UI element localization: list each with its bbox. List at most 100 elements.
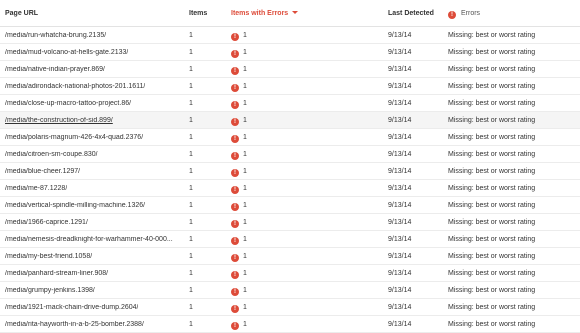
column-header-items[interactable]: Items bbox=[189, 10, 207, 17]
page-url-link[interactable]: /media/me-87.1228/ bbox=[5, 185, 67, 192]
page-url-link[interactable]: /media/1966-caprice.1291/ bbox=[5, 219, 88, 226]
page-url-link[interactable]: /media/blue-cheer.1297/ bbox=[5, 168, 80, 175]
error-message: Missing: best or worst rating bbox=[448, 168, 536, 175]
items-count: 1 bbox=[189, 66, 193, 73]
items-with-errors-count: 1 bbox=[243, 219, 247, 226]
table-row[interactable]: /media/blue-cheer.1297/1! 1 9/13/14 Missing… bbox=[0, 163, 580, 180]
items-with-errors-cell: ! 1 bbox=[231, 287, 247, 296]
last-detected-date: 9/13/14 bbox=[388, 134, 412, 141]
table-row[interactable]: /media/run-whatcha-brung.2135/1! 1 9/13/14… bbox=[0, 27, 580, 44]
items-with-errors-cell: ! 1 bbox=[231, 304, 247, 313]
page-url-link[interactable]: /media/polaris-magnum-426-4x4-quad.2376/ bbox=[5, 134, 143, 141]
items-with-errors-count: 1 bbox=[243, 185, 247, 192]
page-url-link[interactable]: /media/1921-mack-chain-drive-dump.2604/ bbox=[5, 304, 138, 311]
page-url-link[interactable]: /media/my-best-friend.1058/ bbox=[5, 253, 92, 260]
items-count: 1 bbox=[189, 117, 193, 124]
last-detected-date: 9/13/14 bbox=[388, 185, 412, 192]
items-with-errors-cell: ! 1 bbox=[231, 185, 247, 194]
page-url-link[interactable]: /media/panhard-stream-liner.908/ bbox=[5, 270, 108, 277]
items-with-errors-count: 1 bbox=[243, 151, 247, 158]
table-row[interactable]: /media/vertical-spindle-milling-machine.… bbox=[0, 197, 580, 214]
items-with-errors-cell: ! 1 bbox=[231, 253, 247, 262]
last-detected-date: 9/13/14 bbox=[388, 219, 412, 226]
table-row[interactable]: /media/rita-hayworth-in-a-b-25-bomber.23… bbox=[0, 316, 580, 333]
page-url-link[interactable]: /media/nemesis-dreadknight-for-warhammer… bbox=[5, 236, 173, 243]
items-with-errors-cell: ! 1 bbox=[231, 49, 247, 58]
page-url-link[interactable]: /media/vertical-spindle-milling-machine.… bbox=[5, 202, 145, 209]
items-count: 1 bbox=[189, 253, 193, 260]
table-row[interactable]: /media/panhard-stream-liner.908/1! 1 9/13/… bbox=[0, 265, 580, 282]
table-row[interactable]: /media/1966-caprice.1291/1! 1 9/13/14 Missi… bbox=[0, 214, 580, 231]
error-message: Missing: best or worst rating bbox=[448, 117, 536, 124]
items-with-errors-count: 1 bbox=[243, 134, 247, 141]
error-message: Missing: best or worst rating bbox=[448, 66, 536, 73]
items-count: 1 bbox=[189, 134, 193, 141]
items-with-errors-cell: ! 1 bbox=[231, 66, 247, 75]
items-with-errors-cell: ! 1 bbox=[231, 100, 247, 109]
table-row[interactable]: /media/me-87.1228/1! 1 9/13/14 Missing: bes… bbox=[0, 180, 580, 197]
page-url-link[interactable]: /media/rita-hayworth-in-a-b-25-bomber.23… bbox=[5, 321, 144, 328]
page-url-link[interactable]: /media/adirondack-national-photos-201.16… bbox=[5, 83, 145, 90]
items-count: 1 bbox=[189, 287, 193, 294]
items-with-errors-count: 1 bbox=[243, 321, 247, 328]
items-count: 1 bbox=[189, 321, 193, 328]
column-header-last-detected[interactable]: Last Detected bbox=[388, 10, 434, 17]
page-url-link[interactable]: /media/grumpy-jenkins.1398/ bbox=[5, 287, 95, 294]
table-row[interactable]: /media/citroen-sm-coupe.830/1! 1 9/13/14 Mi… bbox=[0, 146, 580, 163]
items-with-errors-count: 1 bbox=[243, 236, 247, 243]
column-header-errors[interactable]: ! Errors bbox=[448, 10, 480, 19]
error-message: Missing: best or worst rating bbox=[448, 219, 536, 226]
last-detected-date: 9/13/14 bbox=[388, 202, 412, 209]
table-header: Page URL Items Items with Errors Last De… bbox=[0, 0, 580, 27]
table-row[interactable]: /media/polaris-magnum-426-4x4-quad.2376/… bbox=[0, 129, 580, 146]
error-icon: ! bbox=[231, 135, 239, 143]
page-url-link[interactable]: /media/run-whatcha-brung.2135/ bbox=[5, 32, 106, 39]
items-count: 1 bbox=[189, 304, 193, 311]
table-row[interactable]: /media/the-construction-of-sid.899/1! 1 9/… bbox=[0, 112, 580, 129]
items-with-errors-count: 1 bbox=[243, 66, 247, 73]
items-count: 1 bbox=[189, 151, 193, 158]
error-message: Missing: best or worst rating bbox=[448, 100, 536, 107]
items-with-errors-count: 1 bbox=[243, 168, 247, 175]
items-count: 1 bbox=[189, 168, 193, 175]
error-icon: ! bbox=[231, 203, 239, 211]
error-icon: ! bbox=[231, 237, 239, 245]
table-row[interactable]: /media/grumpy-jenkins.1398/1! 1 9/13/14 Mis… bbox=[0, 282, 580, 299]
table-row[interactable]: /media/my-best-friend.1058/1! 1 9/13/14 Mis… bbox=[0, 248, 580, 265]
table-row[interactable]: /media/mud-volcano-at-hells-gate.2133/1!… bbox=[0, 44, 580, 61]
items-count: 1 bbox=[189, 236, 193, 243]
error-message: Missing: best or worst rating bbox=[448, 202, 536, 209]
items-with-errors-count: 1 bbox=[243, 32, 247, 39]
last-detected-date: 9/13/14 bbox=[388, 66, 412, 73]
items-with-errors-cell: ! 1 bbox=[231, 117, 247, 126]
table-row[interactable]: /media/1921-mack-chain-drive-dump.2604/1… bbox=[0, 299, 580, 316]
items-with-errors-cell: ! 1 bbox=[231, 168, 247, 177]
table-row[interactable]: /media/close-up-macro-tattoo-project.86/… bbox=[0, 95, 580, 112]
table-row[interactable]: /media/adirondack-national-photos-201.16… bbox=[0, 78, 580, 95]
last-detected-date: 9/13/14 bbox=[388, 321, 412, 328]
last-detected-date: 9/13/14 bbox=[388, 151, 412, 158]
page-url-link[interactable]: /media/mud-volcano-at-hells-gate.2133/ bbox=[5, 49, 128, 56]
page-url-link[interactable]: /media/close-up-macro-tattoo-project.86/ bbox=[5, 100, 131, 107]
items-count: 1 bbox=[189, 83, 193, 90]
table-row[interactable]: /media/nemesis-dreadknight-for-warhammer… bbox=[0, 231, 580, 248]
column-header-page-url[interactable]: Page URL bbox=[5, 10, 38, 17]
column-header-items-with-errors[interactable]: Items with Errors bbox=[231, 10, 299, 17]
last-detected-date: 9/13/14 bbox=[388, 168, 412, 175]
error-message: Missing: best or worst rating bbox=[448, 134, 536, 141]
items-with-errors-cell: ! 1 bbox=[231, 270, 247, 279]
error-icon: ! bbox=[231, 305, 239, 313]
page-url-link[interactable]: /media/native-indian-prayer.869/ bbox=[5, 66, 105, 73]
error-icon: ! bbox=[231, 67, 239, 75]
items-count: 1 bbox=[189, 219, 193, 226]
table-row[interactable]: /media/native-indian-prayer.869/1! 1 9/13/… bbox=[0, 61, 580, 78]
page-url-link[interactable]: /media/citroen-sm-coupe.830/ bbox=[5, 151, 98, 158]
error-message: Missing: best or worst rating bbox=[448, 236, 536, 243]
error-message: Missing: best or worst rating bbox=[448, 270, 536, 277]
error-message: Missing: best or worst rating bbox=[448, 304, 536, 311]
items-with-errors-cell: ! 1 bbox=[231, 83, 247, 92]
page-url-link[interactable]: /media/the-construction-of-sid.899/ bbox=[5, 117, 113, 124]
items-count: 1 bbox=[189, 100, 193, 107]
items-with-errors-count: 1 bbox=[243, 253, 247, 260]
error-message: Missing: best or worst rating bbox=[448, 151, 536, 158]
